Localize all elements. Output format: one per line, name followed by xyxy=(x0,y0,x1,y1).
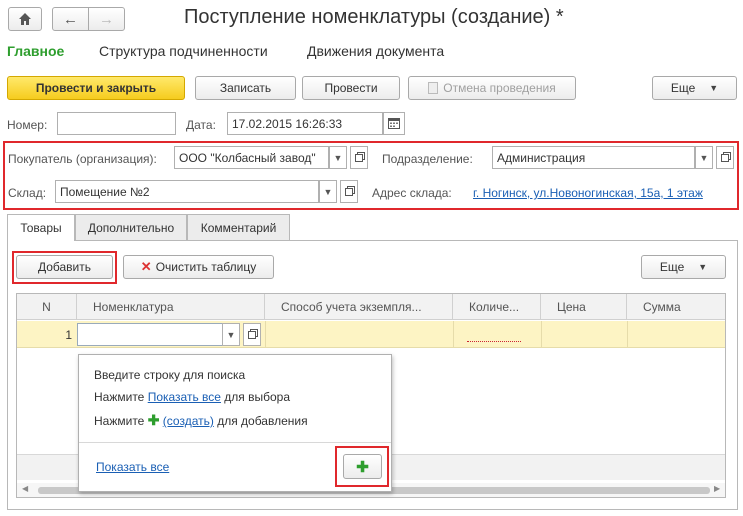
plus-icon: ✚ xyxy=(356,458,369,476)
window-title: Поступление номенклатуры (создание) * xyxy=(184,6,564,28)
popup-show-all-link[interactable]: Показать все xyxy=(96,460,169,474)
dropdown-arrow-icon: ▼ xyxy=(699,152,709,163)
popup-hint-search: Введите строку для поиска xyxy=(94,368,246,382)
warehouse-dropdown-button[interactable]: ▼ xyxy=(319,180,337,203)
write-button[interactable]: Записать xyxy=(195,76,296,100)
add-row-button[interactable]: Добавить xyxy=(16,255,113,279)
popup-create-inline-link[interactable]: (создать) xyxy=(163,414,214,428)
column-divider xyxy=(453,321,454,348)
dropdown-arrow-icon: ▼ xyxy=(698,262,708,272)
document-icon xyxy=(428,82,439,94)
tab-additional[interactable]: Дополнительно xyxy=(75,214,187,240)
column-header-price[interactable]: Цена xyxy=(541,294,627,320)
nav-tab-movements[interactable]: Движения документа xyxy=(307,43,444,59)
buyer-dropdown-button[interactable]: ▼ xyxy=(329,146,347,169)
clear-table-icon: ✕ xyxy=(140,259,152,274)
column-header-sum[interactable]: Сумма xyxy=(627,294,725,320)
column-header-method[interactable]: Способ учета экземпля... xyxy=(265,294,453,320)
buyer-field[interactable]: ООО "Колбасный завод" xyxy=(174,146,329,169)
date-label: Дата: xyxy=(186,118,216,132)
item-dropdown-button[interactable]: ▼ xyxy=(222,323,240,346)
buyer-label: Покупатель (организация): xyxy=(8,152,157,166)
division-open-button[interactable] xyxy=(716,146,734,169)
qty-required-underline xyxy=(467,341,521,342)
calendar-icon xyxy=(388,118,400,129)
open-form-icon xyxy=(248,330,256,339)
column-header-qty[interactable]: Количе... xyxy=(453,294,541,320)
nav-tab-main[interactable]: Главное xyxy=(7,43,64,59)
tab-comment[interactable]: Комментарий xyxy=(187,214,290,240)
table-more-button[interactable]: Еще ▼ xyxy=(641,255,726,279)
arrow-left-icon: ← xyxy=(63,10,78,28)
home-button[interactable] xyxy=(8,7,42,31)
plus-icon: ✚ xyxy=(147,412,160,428)
dropdown-arrow-icon: ▼ xyxy=(226,329,236,340)
column-header-n[interactable]: N xyxy=(17,294,77,320)
division-dropdown-button[interactable]: ▼ xyxy=(695,146,713,169)
column-divider xyxy=(265,321,266,348)
tab-active-gap xyxy=(8,239,74,241)
cancel-posting-button[interactable]: Отмена проведения xyxy=(408,76,576,100)
row-number-cell: 1 xyxy=(65,328,72,342)
division-field[interactable]: Администрация xyxy=(492,146,695,169)
tab-goods[interactable]: Товары xyxy=(7,214,75,241)
column-header-item[interactable]: Номенклатура xyxy=(77,294,265,320)
item-cell-input[interactable] xyxy=(77,323,223,346)
more-button[interactable]: Еще ▼ xyxy=(652,76,737,100)
post-and-close-button[interactable]: Провести и закрыть xyxy=(7,76,185,100)
warehouse-address-link[interactable]: г. Ногинск, ул.Новоногинская, 15а, 1 эта… xyxy=(473,186,703,200)
dropdown-arrow-icon: ▼ xyxy=(709,83,719,93)
home-icon xyxy=(19,13,31,25)
back-button[interactable]: ← xyxy=(52,7,89,31)
item-open-button[interactable] xyxy=(243,323,261,346)
warehouse-label: Склад: xyxy=(8,186,47,200)
address-label: Адрес склада: xyxy=(372,186,452,200)
scroll-right-icon[interactable]: ▶ xyxy=(714,484,720,493)
popup-hint-show-all: Нажмите Показать все для выбора xyxy=(94,390,291,404)
popup-divider xyxy=(79,442,391,443)
dropdown-arrow-icon: ▼ xyxy=(333,152,343,163)
warehouse-field[interactable]: Помещение №2 xyxy=(55,180,319,203)
forward-button[interactable]: → xyxy=(88,7,125,31)
create-item-button[interactable]: ✚ xyxy=(343,454,382,479)
dropdown-arrow-icon: ▼ xyxy=(323,186,333,197)
open-form-icon xyxy=(721,153,729,162)
open-form-icon xyxy=(355,153,363,162)
date-field[interactable]: 17.02.2015 16:26:33 xyxy=(227,112,383,135)
column-divider xyxy=(627,321,628,348)
warehouse-open-button[interactable] xyxy=(340,180,358,203)
division-label: Подразделение: xyxy=(382,152,473,166)
clear-table-button[interactable]: ✕ Очистить таблицу xyxy=(123,255,274,279)
popup-hint-create: Нажмите ✚ (создать) для добавления xyxy=(94,412,308,428)
open-form-icon xyxy=(345,187,353,196)
number-label: Номер: xyxy=(7,118,48,132)
buyer-open-button[interactable] xyxy=(350,146,368,169)
number-field[interactable] xyxy=(57,112,176,135)
arrow-right-icon: → xyxy=(99,10,114,28)
column-divider xyxy=(541,321,542,348)
scroll-left-icon[interactable]: ◀ xyxy=(22,484,28,493)
post-button[interactable]: Провести xyxy=(302,76,400,100)
popup-show-all-inline-link[interactable]: Показать все xyxy=(148,390,221,404)
nav-tab-structure[interactable]: Структура подчиненности xyxy=(99,43,268,59)
calendar-button[interactable] xyxy=(383,112,405,135)
